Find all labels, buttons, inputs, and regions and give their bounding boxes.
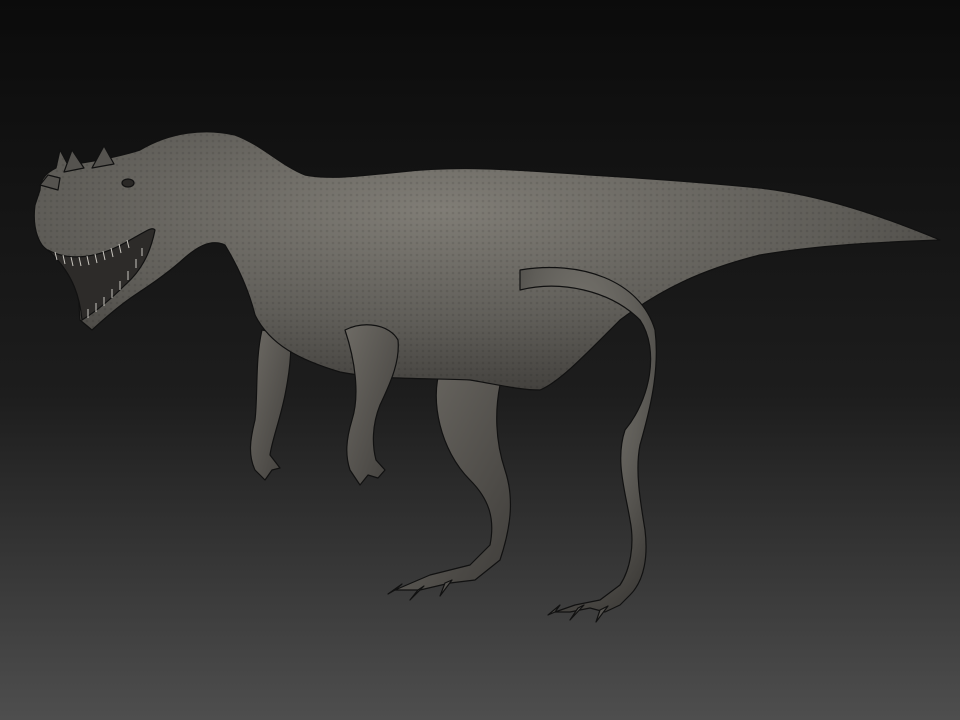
3d-viewport[interactable] bbox=[0, 0, 960, 720]
viewport-canvas bbox=[0, 0, 960, 720]
eye bbox=[121, 178, 135, 188]
